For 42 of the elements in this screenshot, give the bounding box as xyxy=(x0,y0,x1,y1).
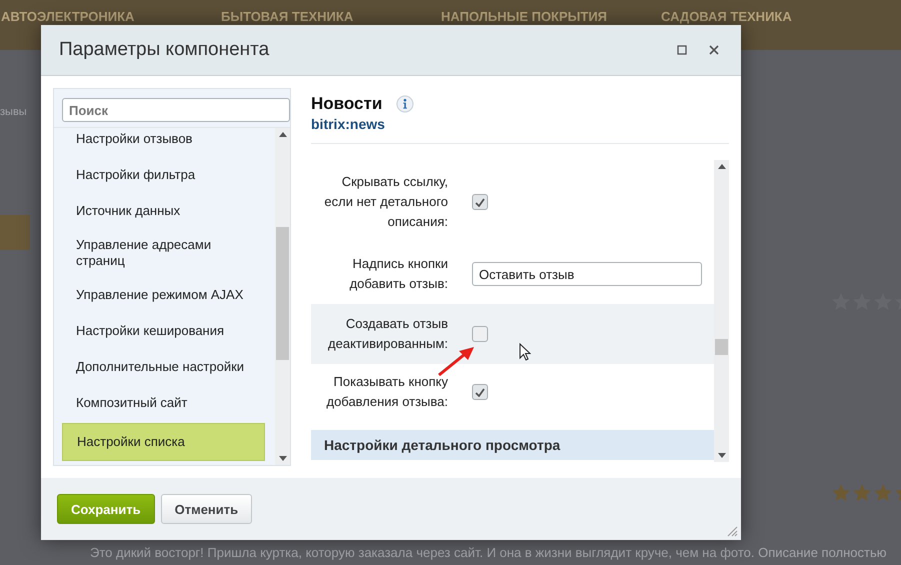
section-item[interactable]: Настройки фильтра xyxy=(62,157,265,193)
checkbox[interactable] xyxy=(472,384,488,400)
component-name: Новости xyxy=(311,94,382,114)
param-label: Надпись кнопки добавить отзыв: xyxy=(348,255,448,293)
rating-stars-icon xyxy=(831,483,901,503)
section-item[interactable]: Настройки отзывов xyxy=(62,128,265,157)
page-banner xyxy=(0,215,30,250)
dialog-title: Параметры компонента xyxy=(59,39,270,61)
cancel-button[interactable]: Отменить xyxy=(160,494,252,524)
scrollbar-thumb[interactable] xyxy=(276,227,289,360)
checkmark-icon xyxy=(475,198,485,206)
section-item[interactable]: Управление режимом AJAX xyxy=(62,277,265,313)
scroll-up-icon[interactable] xyxy=(718,164,726,169)
search-field[interactable]: Поиск xyxy=(62,98,290,122)
section-item[interactable]: Дополнительные настройки xyxy=(62,349,265,385)
scrollbar[interactable] xyxy=(275,128,290,465)
info-icon[interactable] xyxy=(396,95,414,113)
section-item[interactable]: Управление адресами страниц xyxy=(62,229,265,277)
checkbox[interactable] xyxy=(472,326,488,342)
review-text: Это дикий восторг! Пришла куртка, которую заказала через сайт. И она в жизни выглядит круче, чем на фото. Описание полностью xyxy=(90,545,886,560)
param-label: Создавать отзыв деактивированным: xyxy=(327,315,448,353)
scroll-down-icon[interactable] xyxy=(278,456,286,461)
checkmark-icon xyxy=(475,388,485,396)
resize-grip-icon[interactable] xyxy=(727,526,738,537)
scroll-down-icon[interactable] xyxy=(718,453,726,458)
scroll-up-icon[interactable] xyxy=(278,132,286,137)
maximize-button[interactable] xyxy=(675,43,689,57)
close-button[interactable] xyxy=(707,43,721,57)
scrollbar-thumb[interactable] xyxy=(715,339,728,355)
section-item[interactable]: Источник данных xyxy=(62,193,265,229)
text-input-field[interactable]: Оставить отзыв xyxy=(472,262,702,286)
section-item[interactable]: Настройки списка xyxy=(62,423,265,461)
checkbox[interactable] xyxy=(472,194,488,210)
section-item[interactable]: Композитный сайт xyxy=(62,385,265,421)
breadcrumb-text: зывы xyxy=(0,106,27,118)
scrollbar[interactable] xyxy=(714,160,729,462)
section-item[interactable]: Настройки кеширования xyxy=(62,313,265,349)
component-code: bitrix:news xyxy=(311,116,386,132)
mouse-cursor-icon xyxy=(519,343,531,361)
section-header: Настройки детального просмотра xyxy=(311,430,714,460)
param-label: Показывать кнопку добавления отзыва: xyxy=(325,373,448,411)
param-label: Скрывать ссылку, если нет детального описания: xyxy=(323,173,448,231)
